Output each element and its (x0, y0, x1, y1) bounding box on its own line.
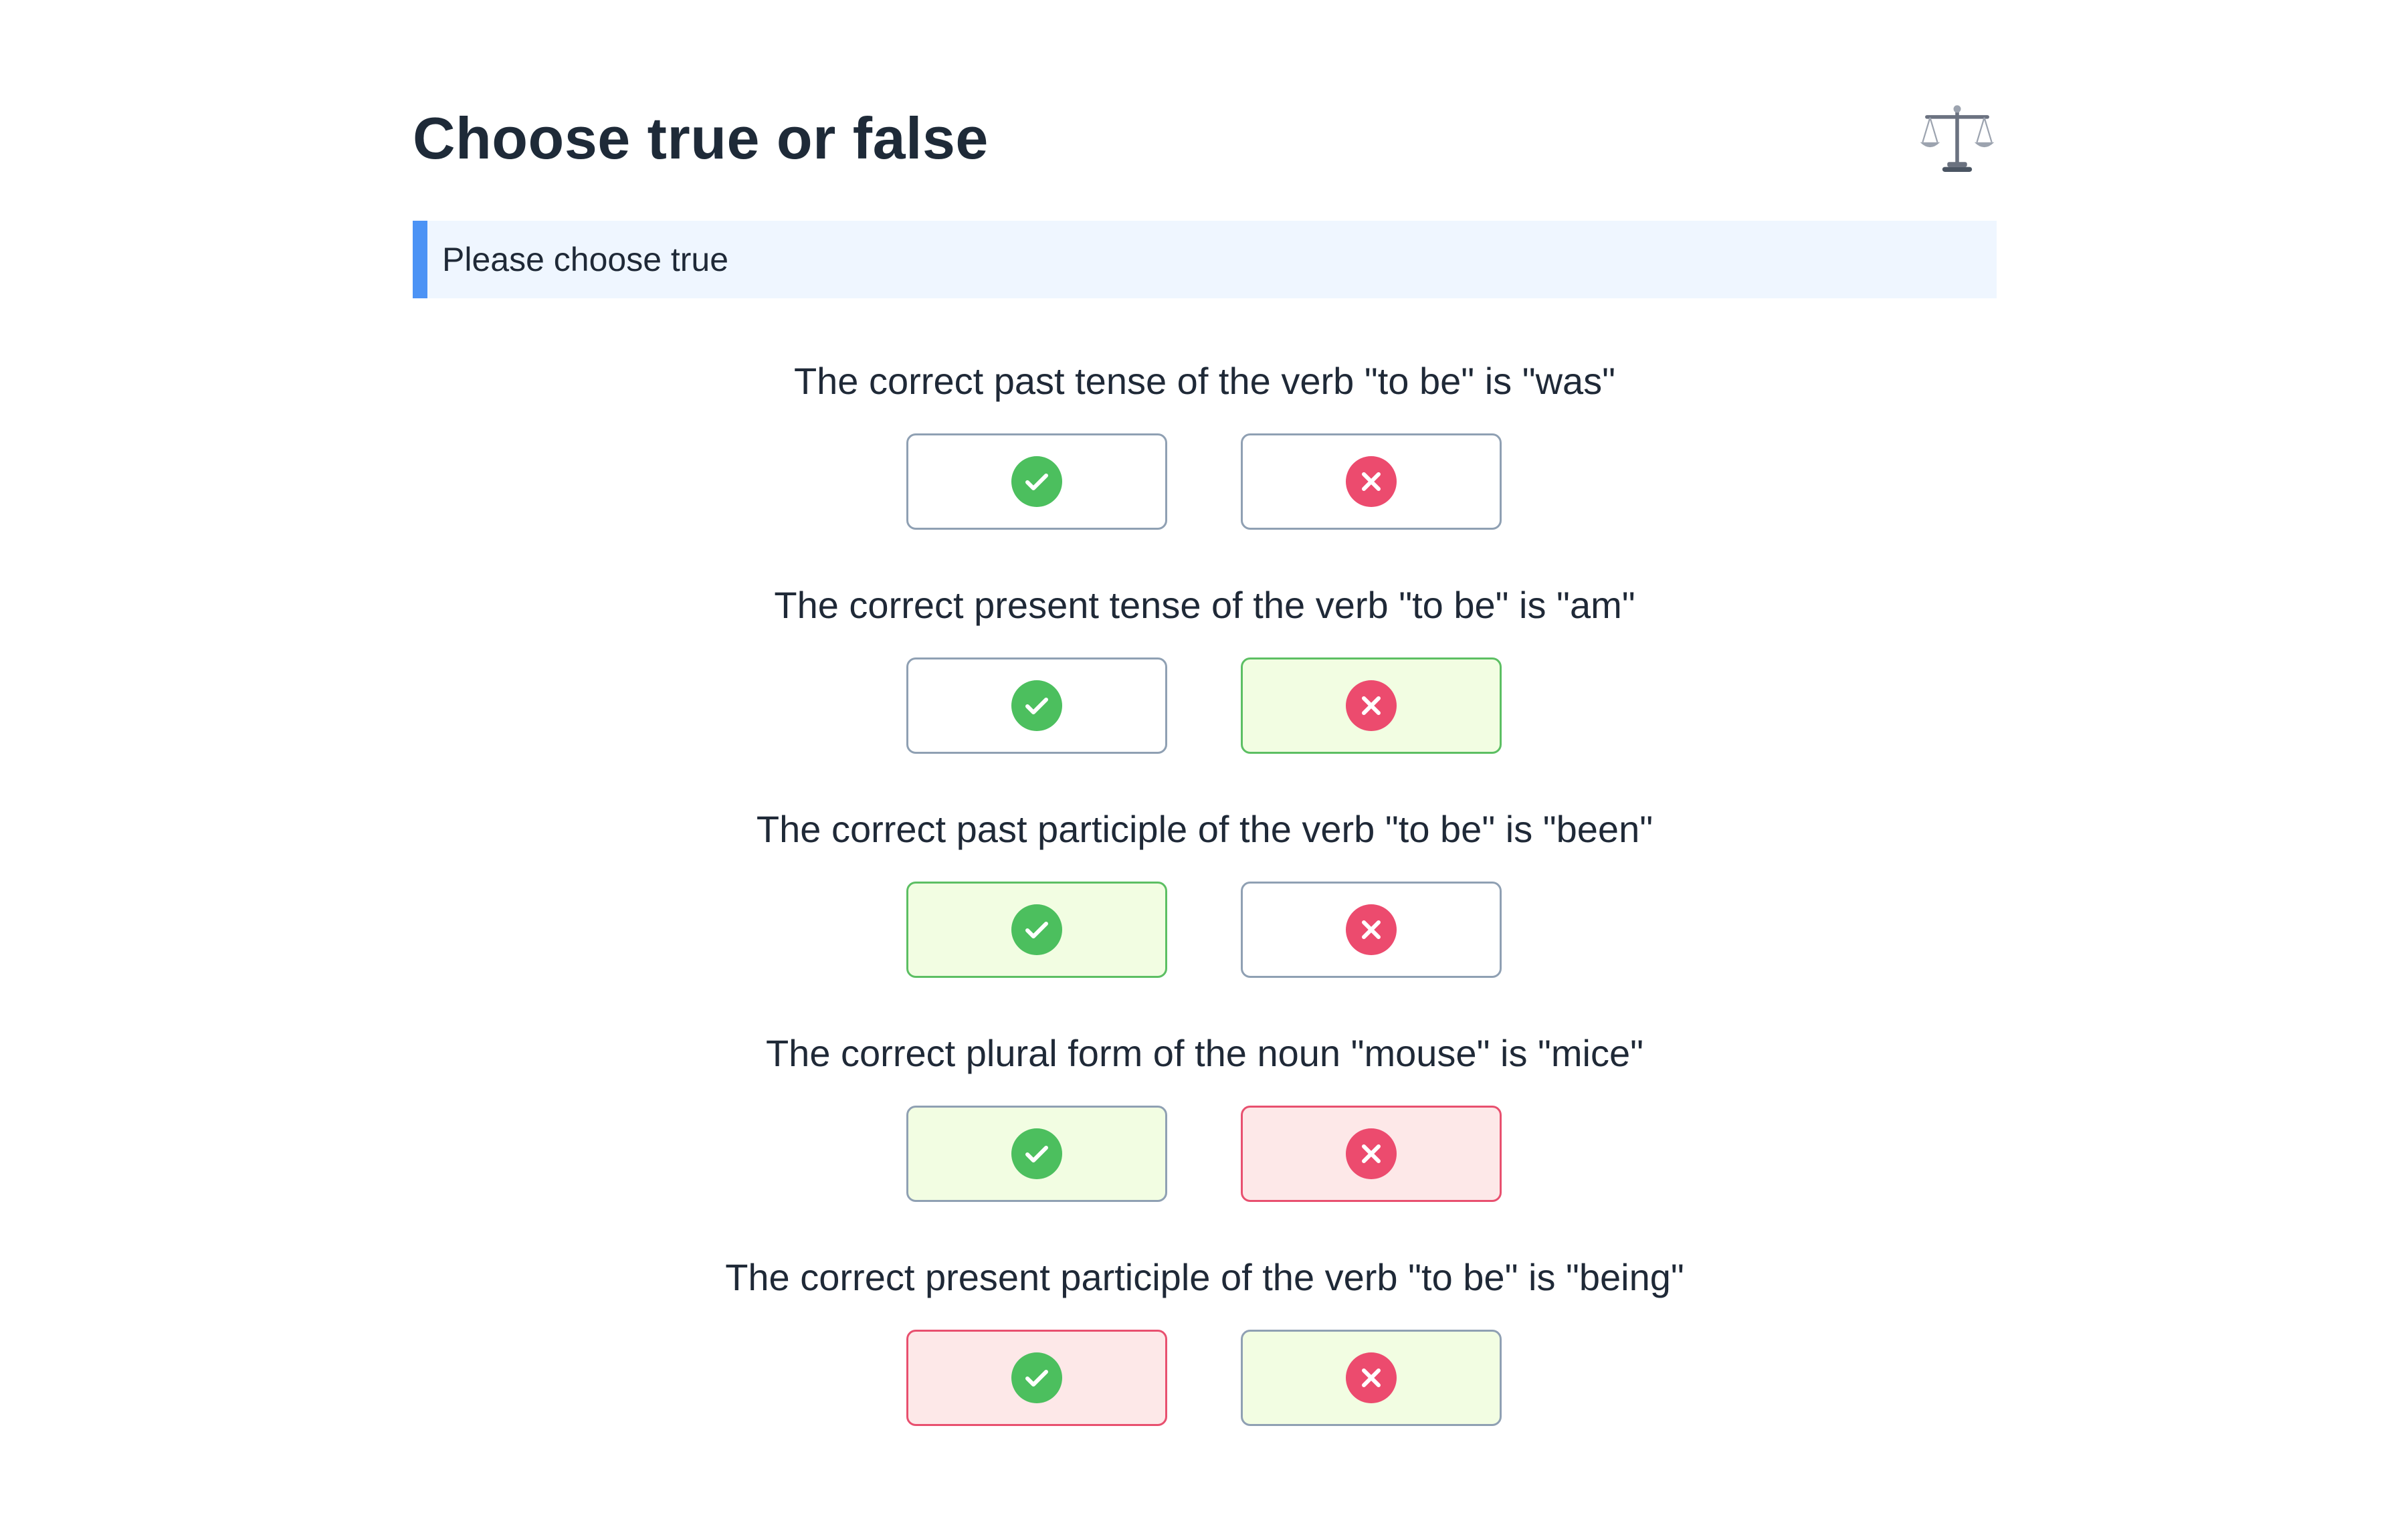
true-button[interactable] (906, 433, 1167, 530)
question-text: The correct plural form of the noun "mou… (765, 1032, 1644, 1074)
quiz-page: Choose true or false Please choose true … (0, 0, 2408, 1529)
close-icon (1346, 904, 1397, 955)
false-button[interactable] (1241, 1106, 1502, 1202)
close-icon (1346, 456, 1397, 507)
question-item: The correct plural form of the noun "mou… (413, 1027, 1997, 1207)
true-button[interactable] (906, 882, 1167, 978)
false-button[interactable] (1241, 657, 1502, 754)
question-item: The correct present tense of the verb "t… (413, 579, 1997, 759)
page-title: Choose true or false (413, 105, 989, 171)
check-icon (1011, 1352, 1062, 1403)
check-icon (1011, 904, 1062, 955)
header: Choose true or false (413, 94, 1997, 187)
question-item: The correct past tense of the verb "to b… (413, 354, 1997, 535)
question-text: The correct past participle of the verb … (756, 808, 1653, 850)
question-text: The correct present participle of the ve… (725, 1256, 1684, 1298)
instruction-banner: Please choose true (413, 221, 1997, 298)
close-icon (1346, 1352, 1397, 1403)
question-item: The correct present participle of the ve… (413, 1251, 1997, 1431)
instruction-text: Please choose true (442, 241, 729, 278)
balance-scale-icon (1920, 105, 1995, 172)
true-button[interactable] (906, 1330, 1167, 1426)
question-text: The correct past tense of the verb "to b… (793, 360, 1616, 402)
check-icon (1011, 456, 1062, 507)
question-text: The correct present tense of the verb "t… (774, 584, 1635, 626)
true-button[interactable] (906, 657, 1167, 754)
true-button[interactable] (906, 1106, 1167, 1202)
check-icon (1011, 1128, 1062, 1179)
close-icon (1346, 680, 1397, 731)
close-icon (1346, 1128, 1397, 1179)
false-button[interactable] (1241, 433, 1502, 530)
false-button[interactable] (1241, 1330, 1502, 1426)
check-icon (1011, 680, 1062, 731)
false-button[interactable] (1241, 882, 1502, 978)
question-item: The correct past participle of the verb … (413, 803, 1997, 983)
